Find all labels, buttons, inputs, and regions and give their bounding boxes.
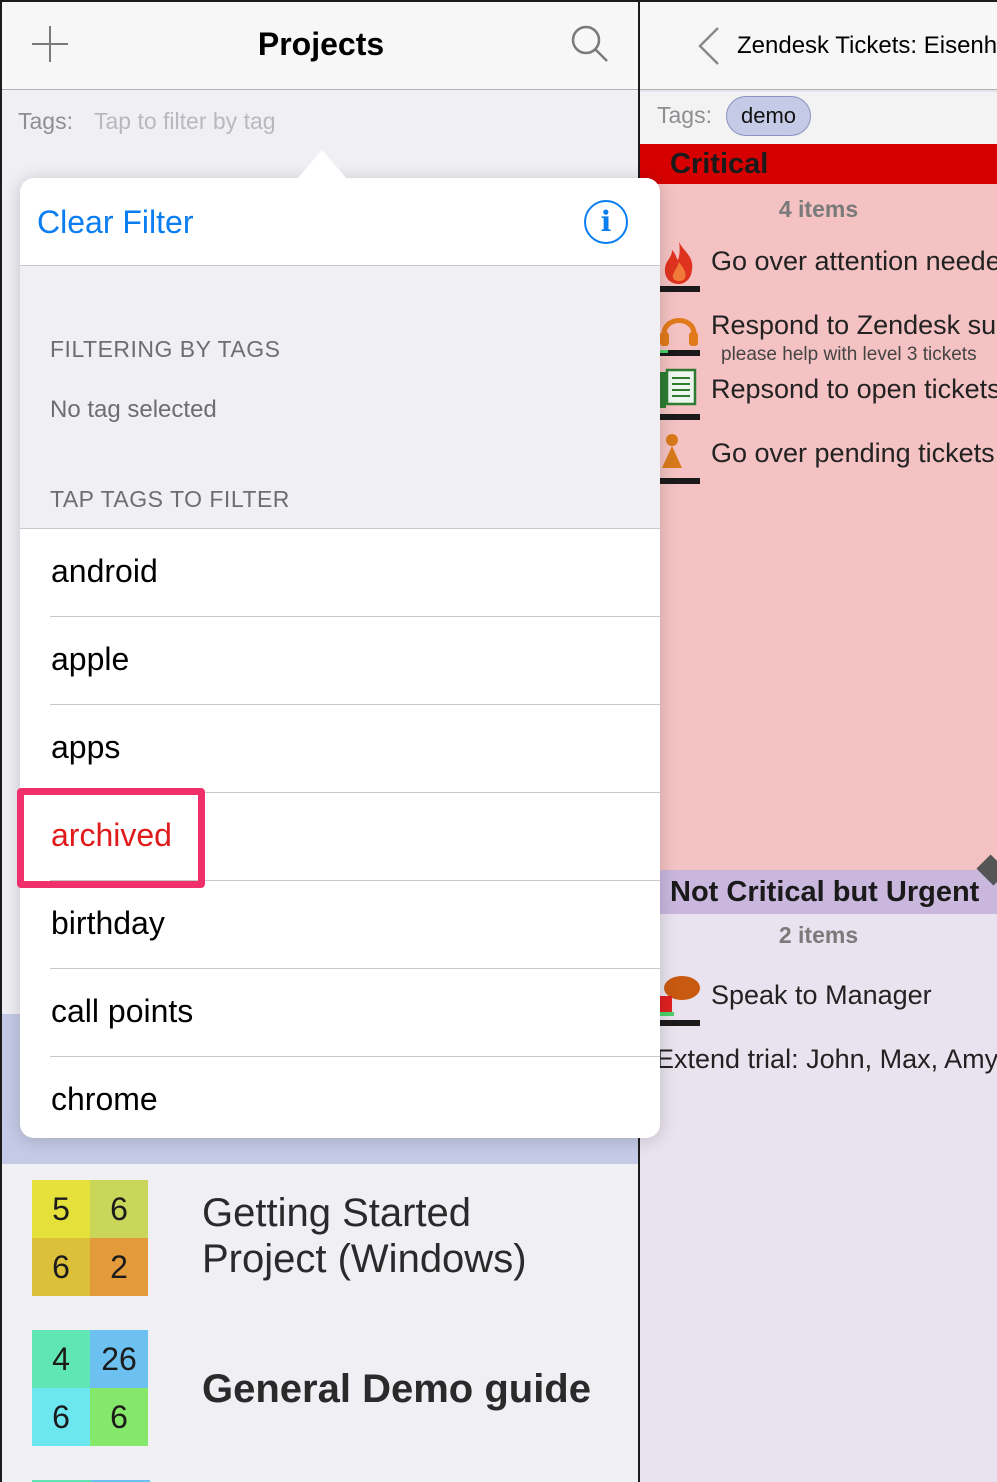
- tags-label: Tags:: [657, 102, 712, 128]
- tag-item-apple[interactable]: apple: [20, 617, 660, 705]
- projects-nav-bar: Projects: [2, 2, 638, 90]
- tag-filter-popover: Clear Filter i FILTERING BY TAGS No tag …: [20, 178, 660, 1138]
- detail-tags-bar: Tags: demo: [640, 92, 997, 144]
- page-title: Projects: [257, 26, 385, 62]
- person-icon: [658, 434, 700, 484]
- project-name: General Demo guide: [202, 1367, 591, 1411]
- task-note: please help with level 3 tickets: [721, 344, 977, 365]
- task-title: Extend trial: John, Max, Amy: [656, 1044, 997, 1074]
- quadrant-count: 2 items: [778, 922, 859, 948]
- quadrant-count: 6: [32, 1238, 90, 1296]
- quadrant-header: Not Critical but Urgent: [640, 870, 997, 914]
- clear-filter-button[interactable]: Clear Filter: [37, 204, 193, 241]
- tag-item-call-points[interactable]: call points: [20, 969, 660, 1057]
- task-title: Respond to Zendesk support: [711, 310, 997, 340]
- task-item[interactable]: Respond to Zendesk support please help w…: [640, 304, 997, 368]
- tag-filter-bar[interactable]: Tags: Tap to filter by tag: [2, 92, 638, 152]
- highlight-annotation-box: [17, 788, 205, 888]
- detail-title: Zendesk Tickets: Eisenhower: [737, 32, 997, 59]
- task-item[interactable]: Repsond to open tickets: [640, 368, 997, 432]
- popover-header: Clear Filter i: [20, 178, 660, 266]
- project-detail-pane: Zendesk Tickets: Eisenhower Tags: demo C…: [640, 0, 997, 1482]
- quadrant-title: Not Critical but Urgent: [670, 876, 980, 908]
- tag-label: call points: [51, 993, 194, 1029]
- headset-icon: [658, 318, 700, 356]
- quadrant-title: Critical: [670, 148, 769, 180]
- tags-label: Tags:: [18, 108, 73, 134]
- popover-arrow: [296, 150, 348, 180]
- quadrant-count: 4 items: [778, 196, 859, 222]
- tag-item-birthday[interactable]: birthday: [20, 881, 660, 969]
- tag-filter-placeholder[interactable]: Tap to filter by tag: [94, 108, 276, 135]
- search-icon[interactable]: [570, 24, 610, 64]
- tag-item-android[interactable]: android: [20, 529, 660, 617]
- quadrant-count: 2: [90, 1238, 148, 1296]
- tag-label: chrome: [51, 1081, 158, 1117]
- tag-item-apps[interactable]: apps: [20, 705, 660, 793]
- quadrant-count: 4: [32, 1330, 90, 1388]
- project-row[interactable]: 4 26 6 6 General Demo guide: [2, 1330, 638, 1480]
- quadrant-count: 26: [90, 1330, 148, 1388]
- tag-item-chrome[interactable]: chrome: [20, 1057, 660, 1138]
- task-item[interactable]: Extend trial: John, Max, Amy: [640, 1038, 997, 1102]
- project-name: Getting Started Project (Windows): [202, 1190, 527, 1282]
- task-item[interactable]: Speak to Manager: [640, 974, 997, 1038]
- task-title: Speak to Manager: [711, 980, 932, 1010]
- filtering-section-header: FILTERING BY TAGS: [50, 336, 281, 362]
- quadrant-count-grid: 5 6 6 2: [32, 1180, 150, 1298]
- project-name-line: Project (Windows): [202, 1237, 527, 1281]
- quadrant-count: 6: [32, 1388, 90, 1446]
- detail-nav-bar: Zendesk Tickets: Eisenhower: [640, 2, 997, 90]
- task-item[interactable]: Go over pending tickets: [640, 432, 997, 496]
- quadrant-critical[interactable]: Critical 4 items Go over attention neede…: [640, 144, 997, 870]
- quadrant-count-grid: 4 26 6 6: [32, 1330, 150, 1448]
- tag-label: apps: [51, 729, 121, 765]
- tag-label: android: [51, 553, 158, 589]
- task-title: Go over attention needed tickets: [711, 246, 997, 276]
- quadrant-count: 5: [32, 1180, 90, 1238]
- info-icon[interactable]: i: [584, 200, 628, 244]
- tag-label: apple: [51, 641, 130, 677]
- chevron-left-icon[interactable]: [694, 26, 724, 66]
- project-name-line: Getting Started: [202, 1191, 472, 1235]
- quadrant-count: 6: [90, 1388, 148, 1446]
- tag-pill[interactable]: demo: [726, 96, 812, 136]
- task-title: Go over pending tickets: [711, 438, 995, 468]
- document-icon: [658, 368, 700, 420]
- quadrant-not-critical-urgent[interactable]: Not Critical but Urgent 2 items Speak to…: [640, 870, 997, 1482]
- quadrant-count: 6: [90, 1180, 148, 1238]
- project-row[interactable]: 5 6 6 2 Getting Started Project (Windows…: [2, 1180, 638, 1330]
- filtering-status: No tag selected: [50, 396, 217, 423]
- fire-icon: [658, 242, 700, 292]
- tag-label: birthday: [51, 905, 165, 941]
- quadrant-header: Critical: [640, 144, 997, 184]
- task-title: Repsond to open tickets: [711, 374, 997, 404]
- tap-tags-section-header: TAP TAGS TO FILTER: [50, 486, 290, 512]
- task-item[interactable]: Go over attention needed tickets: [640, 240, 997, 304]
- speech-bubble-icon: [658, 976, 700, 1026]
